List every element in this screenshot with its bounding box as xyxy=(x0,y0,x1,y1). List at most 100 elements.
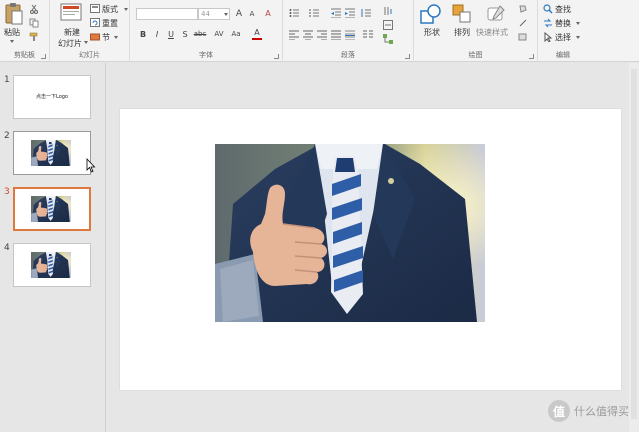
slide-number-3: 3 xyxy=(4,187,10,197)
grow-font-button[interactable]: A xyxy=(234,9,244,19)
current-slide-canvas[interactable] xyxy=(120,109,621,390)
slide-edit-area xyxy=(107,63,639,432)
section-button[interactable]: 节 xyxy=(102,32,110,43)
text-direction-icon[interactable] xyxy=(383,6,393,16)
ribbon: 粘贴 剪贴板 新建 幻灯片 版式 重置 节 幻灯片 44 A A A B I U… xyxy=(0,0,639,62)
replace-button[interactable]: 替换 xyxy=(555,18,571,29)
slides-group: 新建 幻灯片 版式 重置 节 幻灯片 xyxy=(50,0,130,62)
watermark: 值 什么值得买 xyxy=(548,400,629,422)
thumbnail-photo xyxy=(31,140,71,166)
new-slide-label-1[interactable]: 新建 xyxy=(64,27,80,38)
paste-button[interactable]: 粘贴 xyxy=(4,27,20,38)
clipboard-group: 粘贴 剪贴板 xyxy=(0,0,50,62)
clear-format-button[interactable]: A xyxy=(263,9,273,18)
shadow-button[interactable]: S xyxy=(180,30,190,39)
replace-dropdown-arrow[interactable] xyxy=(576,22,580,25)
font-launcher[interactable] xyxy=(274,54,279,59)
thumbnail-photo xyxy=(31,252,71,278)
scrollbar-thumb[interactable] xyxy=(631,69,637,419)
layout-icon[interactable] xyxy=(90,4,100,14)
thumbnail-title-text: 点击一下Logo xyxy=(36,94,68,100)
select-icon[interactable] xyxy=(543,32,553,42)
align-left-icon[interactable] xyxy=(289,30,299,40)
paste-dropdown-arrow[interactable] xyxy=(10,40,14,43)
clipboard-launcher[interactable] xyxy=(41,54,46,59)
font-group: 44 A A A B I U S abc AV Aa A 字体 xyxy=(130,0,283,62)
watermark-text: 什么值得买 xyxy=(574,405,629,418)
drawing-group-label: 绘图 xyxy=(468,51,483,59)
strikethrough-button[interactable]: abc xyxy=(192,30,208,38)
increase-indent-icon[interactable] xyxy=(345,8,355,18)
arrange-button[interactable]: 排列 xyxy=(454,27,470,38)
slide-thumbnail-3[interactable] xyxy=(13,187,91,231)
editing-group-label: 编辑 xyxy=(556,51,570,59)
layout-button[interactable]: 版式 xyxy=(102,4,118,15)
slide-thumbnail-pane: 1 点击一下Logo 2 3 4 xyxy=(0,63,106,432)
align-center-icon[interactable] xyxy=(303,30,313,40)
reset-icon[interactable] xyxy=(90,18,100,28)
slide-picture[interactable] xyxy=(215,144,485,322)
arrange-icon[interactable] xyxy=(452,4,472,24)
font-color-button[interactable]: A xyxy=(252,28,262,40)
slide-number-1: 1 xyxy=(4,75,10,85)
slides-group-label: 幻灯片 xyxy=(79,51,100,59)
char-spacing-button[interactable]: AV xyxy=(212,30,226,38)
shapes-button[interactable]: 形状 xyxy=(424,27,440,38)
find-button[interactable]: 查找 xyxy=(555,4,571,15)
shapes-icon[interactable] xyxy=(420,4,442,24)
change-case-button[interactable]: Aa xyxy=(230,30,242,38)
drawing-group: 形状 排列 快速样式 绘图 xyxy=(414,0,538,62)
underline-button[interactable]: U xyxy=(166,30,176,39)
thumbnail-photo xyxy=(31,196,71,222)
mouse-cursor-icon xyxy=(86,158,96,173)
watermark-logo-icon: 值 xyxy=(548,400,570,422)
new-slide-dropdown-arrow[interactable] xyxy=(84,41,88,44)
select-button[interactable]: 选择 xyxy=(555,32,571,43)
slide-thumbnail-2[interactable] xyxy=(13,131,91,175)
drawing-launcher[interactable] xyxy=(529,54,534,59)
paragraph-group: 段落 xyxy=(283,0,414,62)
section-dropdown-arrow[interactable] xyxy=(114,36,118,39)
slide-thumbnail-1[interactable]: 点击一下Logo xyxy=(13,75,91,119)
slide-number-2: 2 xyxy=(4,131,10,141)
numbering-icon[interactable] xyxy=(309,8,319,18)
slide-thumbnail-4[interactable] xyxy=(13,243,91,287)
shape-effects-icon[interactable] xyxy=(518,32,528,42)
replace-icon[interactable] xyxy=(543,18,553,28)
bold-button[interactable]: B xyxy=(138,30,148,39)
shape-outline-icon[interactable] xyxy=(518,18,528,28)
vertical-scrollbar[interactable] xyxy=(629,63,639,432)
shape-fill-icon[interactable] xyxy=(518,4,528,14)
columns-icon[interactable] xyxy=(363,30,373,40)
editing-group: 查找 替换 选择 编辑 xyxy=(538,0,588,62)
copy-icon[interactable] xyxy=(29,18,39,28)
align-right-icon[interactable] xyxy=(317,30,327,40)
paragraph-launcher[interactable] xyxy=(405,54,410,59)
slide-number-4: 4 xyxy=(4,243,10,253)
select-dropdown-arrow[interactable] xyxy=(576,36,580,39)
layout-dropdown-arrow[interactable] xyxy=(124,8,128,11)
font-group-label: 字体 xyxy=(199,51,213,59)
new-slide-label-2[interactable]: 幻灯片 xyxy=(58,38,82,49)
distributed-icon[interactable] xyxy=(345,30,355,40)
font-size-dropdown-arrow[interactable] xyxy=(224,13,228,16)
paste-icon[interactable] xyxy=(4,2,24,26)
decrease-indent-icon[interactable] xyxy=(331,8,341,18)
font-name-box[interactable] xyxy=(136,8,198,20)
cut-icon[interactable] xyxy=(29,4,39,14)
quick-styles-button[interactable]: 快速样式 xyxy=(476,27,508,38)
line-spacing-icon[interactable] xyxy=(361,8,371,18)
smartart-icon[interactable] xyxy=(383,34,393,44)
new-slide-icon[interactable] xyxy=(60,3,82,23)
align-text-icon[interactable] xyxy=(383,20,393,30)
justify-icon[interactable] xyxy=(331,30,341,40)
shrink-font-button[interactable]: A xyxy=(247,10,257,18)
bullets-icon[interactable] xyxy=(289,8,299,18)
reset-button[interactable]: 重置 xyxy=(102,18,118,29)
quick-styles-icon[interactable] xyxy=(486,4,506,24)
find-icon[interactable] xyxy=(543,4,553,14)
format-painter-icon[interactable] xyxy=(29,32,39,42)
paragraph-group-label: 段落 xyxy=(341,51,355,59)
section-icon[interactable] xyxy=(90,32,100,42)
italic-button[interactable]: I xyxy=(152,30,162,39)
